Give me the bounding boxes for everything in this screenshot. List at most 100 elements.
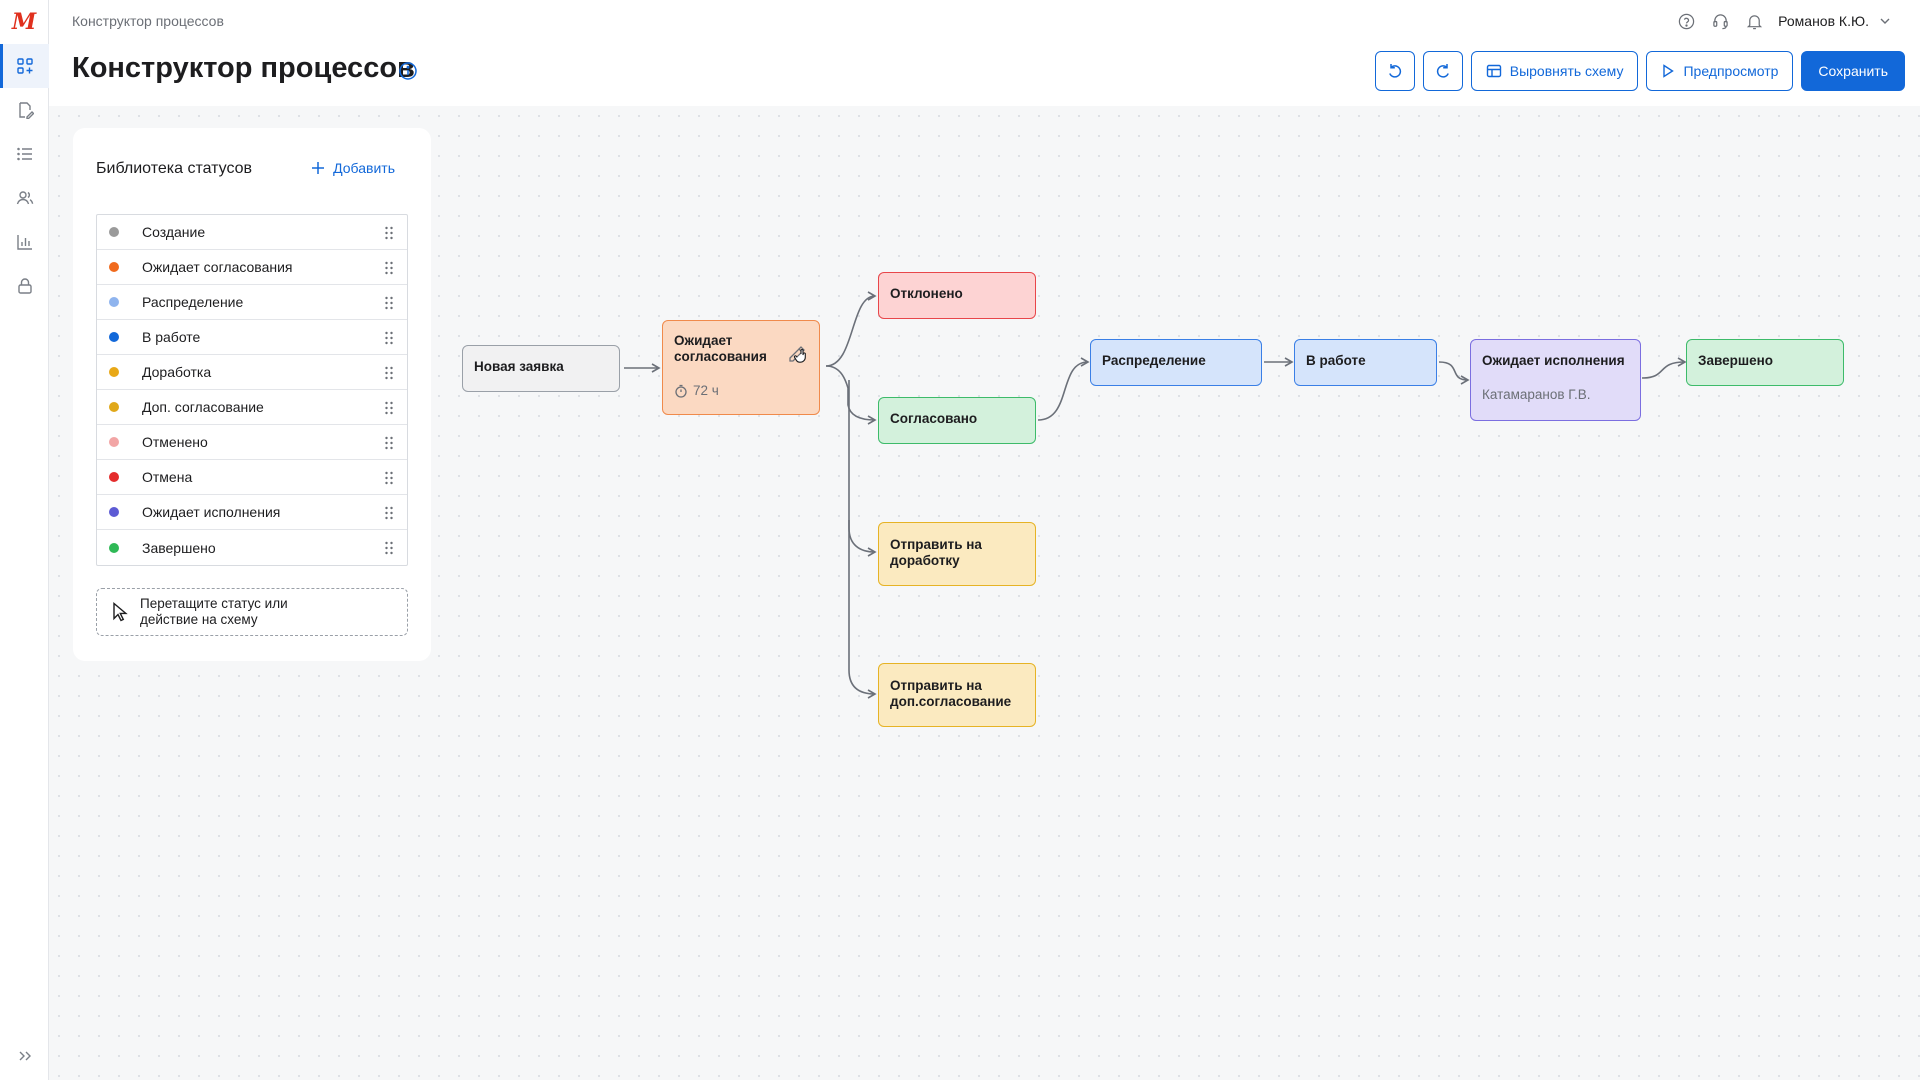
list-icon[interactable] [0,132,49,176]
node-send-extra-approval[interactable]: Отправить на доп.согласование [878,663,1036,727]
layout-icon [1486,64,1501,78]
status-color-dot [109,227,119,237]
user-name: Романов К.Ю. [1778,13,1869,29]
status-label: Доп. согласование [142,399,264,415]
status-list-item[interactable]: В работе [97,320,407,355]
support-headset-icon[interactable] [1710,11,1730,31]
process-builder-icon[interactable] [0,44,49,88]
node-label: Распределение [1102,353,1206,368]
status-list-item[interactable]: Отменено [97,425,407,460]
redo-button[interactable] [1422,51,1463,91]
status-list-item[interactable]: Доп. согласование [97,390,407,425]
node-label: Отправить на доработку [890,537,982,568]
chart-icon[interactable] [0,220,49,264]
cursor-icon [113,602,128,622]
status-label: Ожидает исполнения [142,504,281,520]
status-list-item[interactable]: Ожидает согласования [97,250,407,285]
status-label: Завершено [142,539,216,556]
undo-button[interactable] [1374,51,1415,91]
status-color-dot [109,332,119,342]
chevron-down-icon [1880,18,1890,24]
notification-bell-icon[interactable] [1744,11,1764,31]
node-label: Новая заявка [474,359,564,374]
plus-icon [312,162,325,174]
node-assignee: Катамаранов Г.В. [1482,387,1591,402]
redo-icon [1436,64,1449,78]
node-awaiting-approval[interactable]: Ожидает согласования 72 ч [662,320,820,415]
help-icon[interactable] [1676,11,1696,31]
drag-handle-icon[interactable] [385,366,393,380]
expand-sidebar-icon[interactable] [0,1040,49,1072]
drag-handle-icon[interactable] [385,471,393,485]
drag-handle-icon[interactable] [385,436,393,450]
save-label: Сохранить [1818,63,1888,79]
add-status-button[interactable]: Добавить [311,160,395,176]
node-completed[interactable]: Завершено [1686,339,1844,386]
play-icon [1663,64,1675,78]
logo[interactable]: М [9,10,39,34]
drag-handle-icon[interactable] [385,226,393,240]
status-label: Ожидает согласования [142,259,293,275]
preview-button[interactable]: Предпросмотр [1646,51,1794,91]
node-label: В работе [1306,353,1366,368]
status-list-item[interactable]: Доработка [97,355,407,390]
breadcrumb[interactable]: Конструктор процессов [72,13,224,29]
status-list-item[interactable]: Отмена [97,460,407,495]
page-header: Конструктор процессов Конструктор процес… [49,0,1920,106]
drag-handle-icon[interactable] [385,506,393,520]
status-label: Доработка [142,364,212,380]
node-label: Завершено [1698,353,1774,368]
drop-hint: Перетащите статус или действие на схему [96,588,408,636]
status-list-item[interactable]: Распределение [97,285,407,320]
status-library-panel: Библиотека статусов Добавить Создание Ожи… [73,128,431,661]
drag-handle-icon[interactable] [385,296,393,310]
toolbar: Выровнять схему Предпросмотр Сохранить [1367,51,1905,91]
node-send-rework[interactable]: Отправить на доработку [878,522,1036,586]
align-scheme-button[interactable]: Выровнять схему [1470,51,1639,91]
status-color-dot [109,437,119,447]
status-color-dot [109,402,119,412]
status-list-item[interactable]: Создание [97,215,407,250]
stopwatch-icon [675,384,687,398]
status-list: Создание Ожидает согласования Распределени… [96,214,408,566]
status-color-dot [109,297,119,307]
status-library-title: Библиотека статусов [96,160,253,177]
status-list-item[interactable]: Завершено [97,530,407,565]
status-label: Отмена [142,469,193,485]
node-in-work[interactable]: В работе [1294,339,1437,386]
status-color-dot [109,262,119,272]
users-icon[interactable] [0,176,49,220]
status-label: Отменено [142,434,208,450]
document-edit-icon[interactable] [0,88,49,132]
node-awaiting-execution[interactable]: Ожидает исполнения Катамаранов Г.В. [1470,339,1641,421]
save-button[interactable]: Сохранить [1801,51,1905,91]
drag-handle-icon[interactable] [385,331,393,345]
status-label: Распределение [142,294,244,310]
user-menu[interactable]: Романов К.Ю. [1778,13,1891,29]
drop-hint-text: Перетащите статус или действие на схему [140,596,288,627]
node-distribution[interactable]: Распределение [1090,339,1262,386]
drag-handle-icon[interactable] [385,541,393,555]
status-label: В работе [142,329,201,345]
status-color-dot [109,542,119,553]
node-label: Согласовано [890,411,978,426]
sidebar-rail: М [0,0,49,1080]
node-label: Отправить на доп.согласование [890,678,1012,709]
lock-icon[interactable] [0,264,49,308]
node-approved[interactable]: Согласовано [878,397,1036,444]
status-color-dot [109,472,119,482]
edit-node-icon[interactable] [787,341,813,369]
node-label: Отклонено [890,286,963,301]
status-label: Создание [142,224,206,240]
preview-label: Предпросмотр [1683,63,1779,79]
drag-handle-icon[interactable] [385,401,393,415]
drag-handle-icon[interactable] [385,261,393,275]
status-color-dot [109,367,119,377]
node-rejected[interactable]: Отклонено [878,272,1036,319]
node-new-request[interactable]: Новая заявка [462,345,620,392]
page-title: Конструктор процессов [72,52,415,84]
status-list-item[interactable]: Ожидает исполнения [97,495,407,530]
align-scheme-label: Выровнять схему [1509,63,1624,79]
status-color-dot [109,507,119,517]
info-icon[interactable] [398,61,418,81]
